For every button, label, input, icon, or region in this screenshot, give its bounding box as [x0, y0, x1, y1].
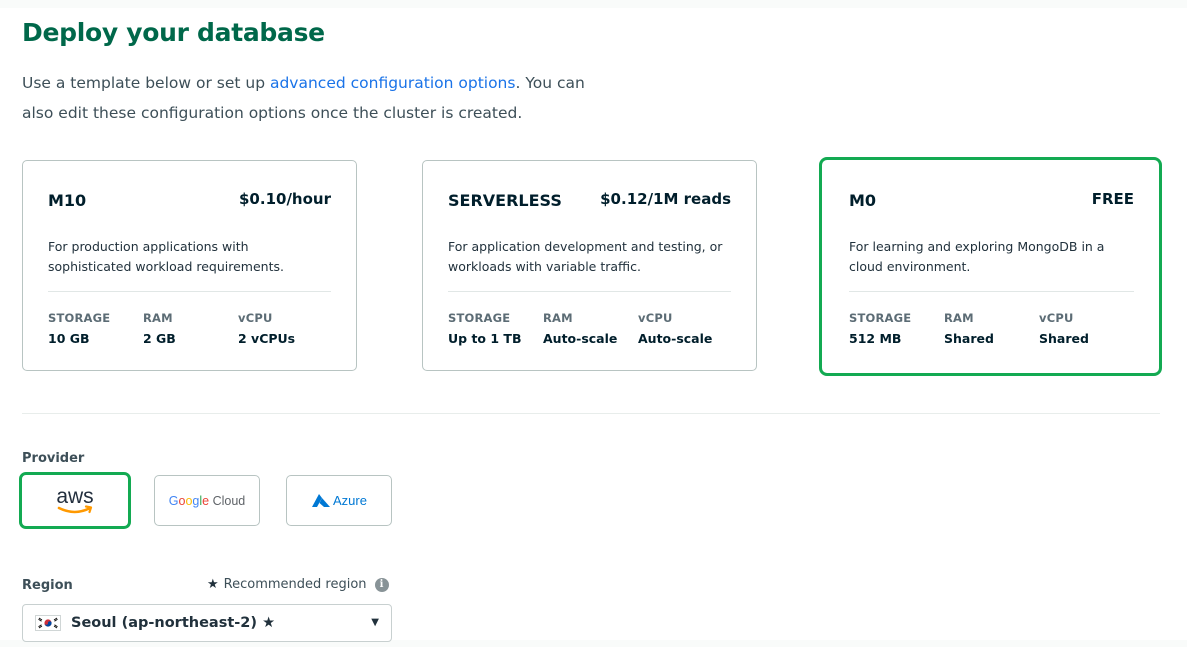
- section-divider: [22, 413, 1160, 414]
- region-name: Seoul (ap-northeast-2): [71, 615, 257, 631]
- azure-label: Azure: [333, 493, 367, 508]
- region-select[interactable]: Seoul (ap-northeast-2) ★ ▼: [22, 604, 392, 642]
- advanced-configuration-link[interactable]: advanced configuration options: [270, 74, 516, 92]
- google-cloud-logo-icon: Google Cloud: [168, 493, 246, 508]
- kr-flag-icon: [35, 615, 61, 631]
- tier-name: M10: [48, 191, 87, 210]
- stat-value: 2 GB: [143, 331, 176, 346]
- stat-value: Auto-scale: [543, 331, 618, 346]
- tier-description: For learning and exploring MongoDB in a …: [849, 239, 1105, 274]
- deploy-panel: Deploy your database Use a template belo…: [0, 8, 1187, 642]
- stat-vcpu: vCPU 2 vCPUs: [238, 311, 333, 346]
- stat-value: Shared: [1039, 331, 1089, 346]
- page-subtitle: Use a template below or set up advanced …: [22, 68, 592, 128]
- stat-vcpu: vCPU Shared: [1039, 311, 1134, 346]
- stat-value: Up to 1 TB: [448, 331, 522, 346]
- tier-card-serverless[interactable]: SERVERLESS $0.12/1M reads For applicatio…: [422, 160, 757, 371]
- stat-vcpu: vCPU Auto-scale: [638, 311, 733, 346]
- stat-storage: STORAGE 10 GB: [48, 311, 143, 346]
- card-divider: [849, 291, 1134, 292]
- stat-value: 10 GB: [48, 331, 90, 346]
- stat-label: vCPU: [238, 311, 273, 325]
- recommended-region-hint: ★ Recommended region i: [207, 577, 389, 592]
- stat-value: Shared: [944, 331, 994, 346]
- tier-price: $0.10/hour: [239, 190, 331, 208]
- stat-value: 2 vCPUs: [238, 331, 296, 346]
- tier-card-m0[interactable]: M0 FREE For learning and exploring Mongo…: [819, 157, 1162, 376]
- tier-name: M0: [849, 191, 877, 210]
- provider-label: Provider: [22, 451, 85, 466]
- tier-price: $0.12/1M reads: [600, 190, 731, 208]
- tier-price: FREE: [1091, 190, 1134, 208]
- region-select-value: Seoul (ap-northeast-2) ★: [71, 615, 275, 631]
- tier-stats: STORAGE 512 MB RAM Shared vCPU Shared: [849, 311, 1134, 346]
- card-divider: [448, 291, 731, 292]
- caret-down-icon: ▼: [371, 617, 379, 628]
- provider-aws-button[interactable]: aws: [19, 472, 131, 529]
- stat-storage: STORAGE Up to 1 TB: [448, 311, 543, 346]
- stat-label: STORAGE: [48, 311, 111, 325]
- card-divider: [48, 291, 331, 292]
- stat-ram: RAM Shared: [944, 311, 1039, 346]
- azure-logo-icon: [312, 493, 331, 507]
- aws-logo-icon: aws: [56, 485, 94, 513]
- provider-azure-button[interactable]: Azure: [286, 475, 392, 526]
- stat-ram: RAM 2 GB: [143, 311, 238, 346]
- recommended-star-icon: ★: [262, 615, 276, 631]
- stat-label: RAM: [143, 311, 173, 325]
- stat-label: STORAGE: [849, 311, 912, 325]
- tier-card-m10[interactable]: M10 $0.10/hour For production applicatio…: [22, 160, 357, 371]
- stat-label: vCPU: [1039, 311, 1074, 325]
- tier-name: SERVERLESS: [448, 191, 562, 210]
- subtitle-text-pre: Use a template below or set up: [22, 74, 270, 92]
- provider-google-cloud-button[interactable]: Google Cloud: [154, 475, 260, 526]
- tier-stats: STORAGE 10 GB RAM 2 GB vCPU 2 vCPUs: [48, 311, 333, 346]
- info-icon[interactable]: i: [374, 577, 389, 592]
- recommended-region-text: Recommended region: [223, 577, 367, 592]
- tier-stats: STORAGE Up to 1 TB RAM Auto-scale vCPU A…: [448, 311, 733, 346]
- stat-value: 512 MB: [849, 331, 902, 346]
- stat-ram: RAM Auto-scale: [543, 311, 638, 346]
- stat-value: Auto-scale: [638, 331, 713, 346]
- stat-label: RAM: [543, 311, 573, 325]
- aws-logo-text: aws: [56, 485, 93, 508]
- page-title: Deploy your database: [22, 18, 325, 47]
- stat-label: STORAGE: [448, 311, 511, 325]
- stat-label: RAM: [944, 311, 974, 325]
- stat-label: vCPU: [638, 311, 673, 325]
- stat-storage: STORAGE 512 MB: [849, 311, 944, 346]
- tier-description: For application development and testing,…: [448, 239, 723, 274]
- tier-description: For production applications with sophist…: [48, 239, 284, 274]
- star-icon: ★: [207, 577, 219, 592]
- region-label: Region: [22, 578, 73, 593]
